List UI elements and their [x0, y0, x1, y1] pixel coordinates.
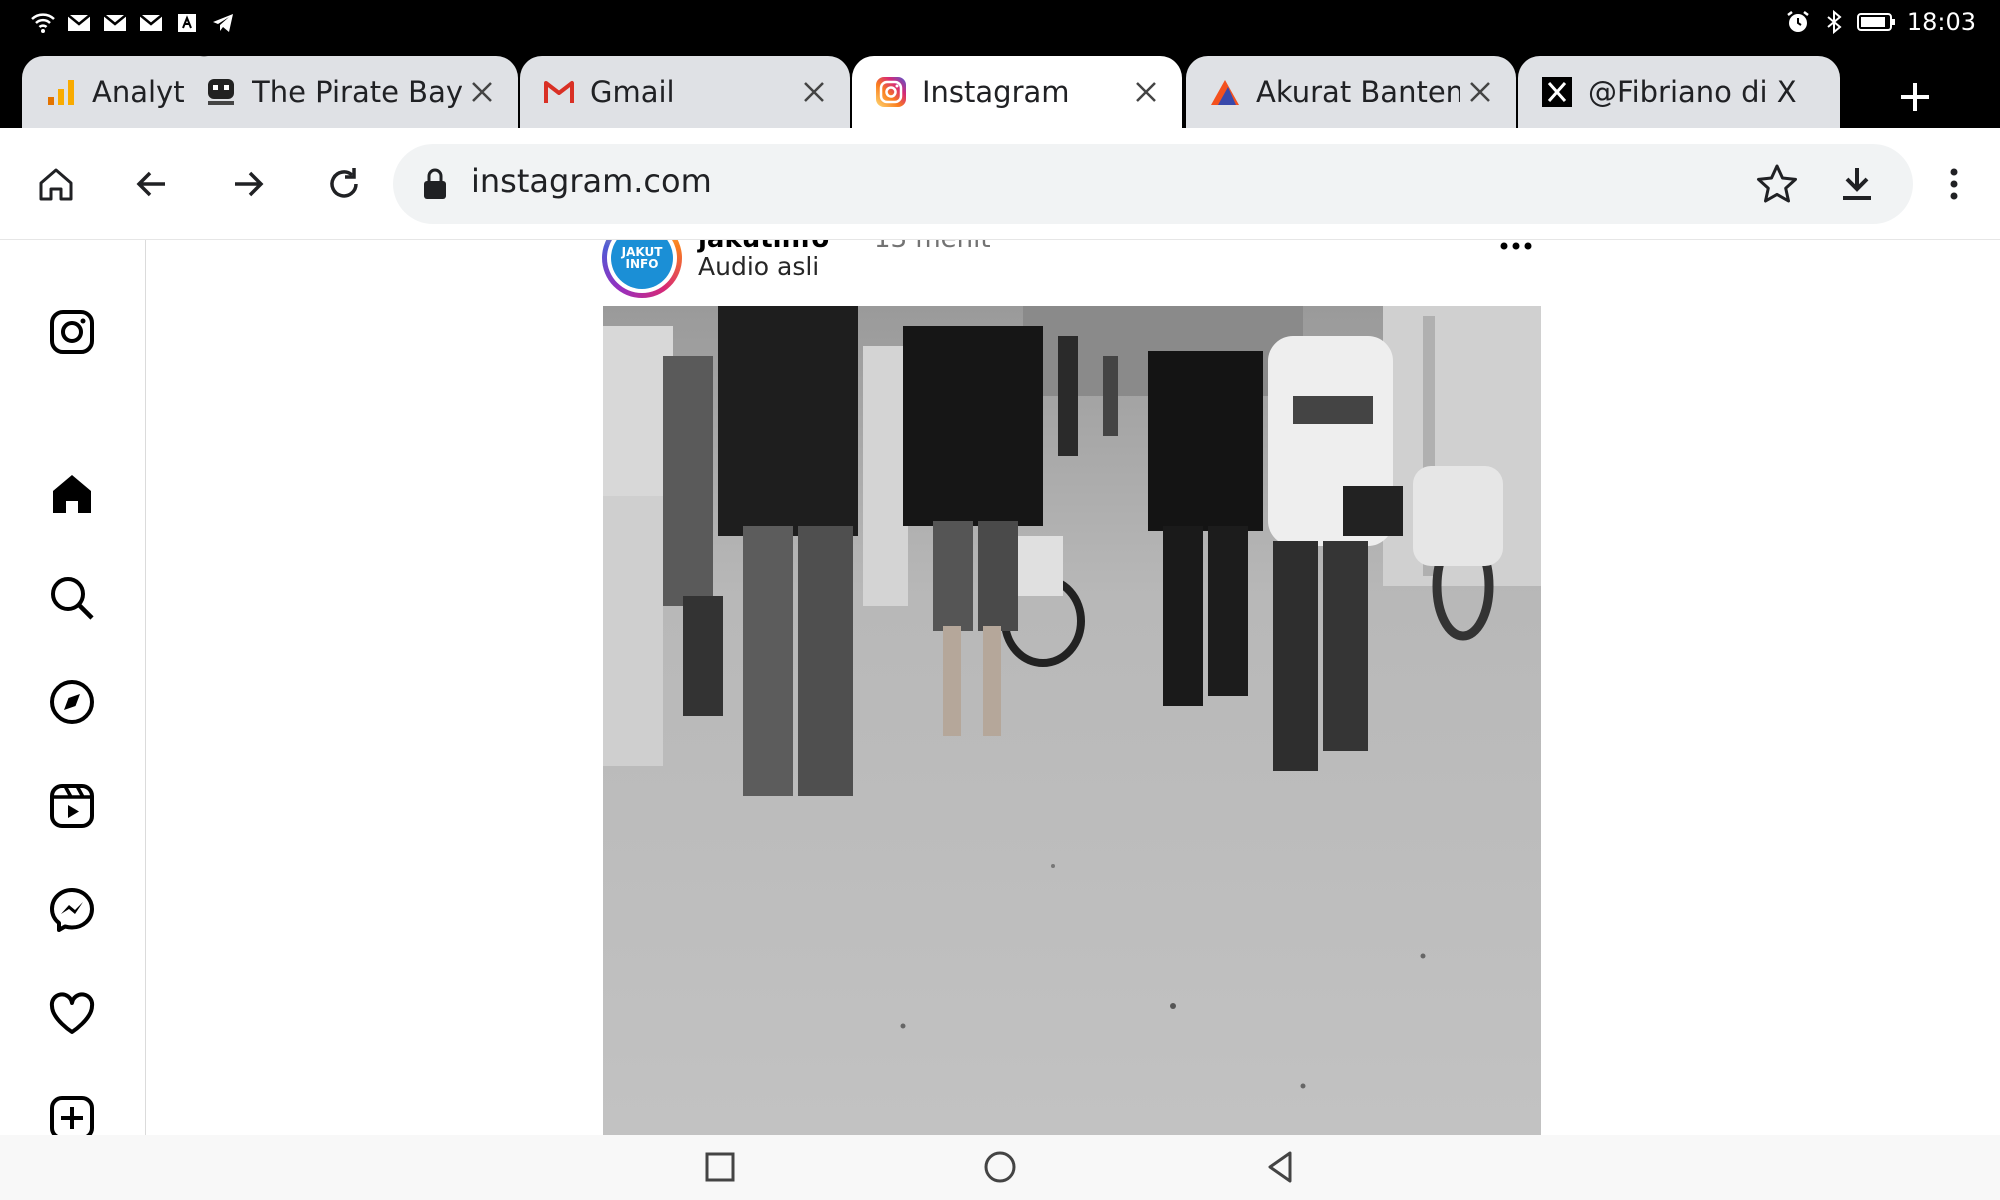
reload-button[interactable]: [318, 158, 370, 210]
avatar[interactable]: JAKUT INFO: [602, 240, 682, 298]
tab-title: Gmail: [590, 75, 675, 109]
heart-icon: [47, 989, 97, 1039]
forward-button[interactable]: [222, 158, 274, 210]
battery-icon: [1856, 9, 1897, 35]
compass-icon: [47, 677, 97, 727]
lock-icon[interactable]: [419, 166, 451, 202]
status-bar: 18:03: [0, 0, 2000, 48]
tab-title: Instagram: [922, 75, 1070, 109]
post-video[interactable]: [603, 306, 1541, 1135]
mail-notification-icon: [138, 10, 164, 36]
tab-strip: Analytic The Pirate Bay - Gmail Instagra…: [0, 48, 2000, 128]
arrow-right-icon: [227, 163, 269, 205]
bookmark-star-icon[interactable]: [1753, 160, 1801, 208]
browser-toolbar: instagram.com: [0, 128, 2000, 240]
tab-pirate-bay[interactable]: The Pirate Bay -: [186, 56, 518, 128]
arrow-left-icon: [131, 163, 173, 205]
new-tab-button[interactable]: [1890, 72, 1940, 122]
post-audio-label[interactable]: Audio asli: [698, 252, 819, 281]
video-frame: [603, 306, 1541, 1135]
avatar-logo: JAKUT INFO: [611, 240, 673, 289]
address-bar[interactable]: instagram.com: [393, 144, 1913, 224]
close-icon[interactable]: [1460, 72, 1500, 112]
home-filled-icon: [47, 469, 97, 519]
post-time: 13 menit: [874, 240, 991, 254]
home-circle-button[interactable]: [980, 1147, 1020, 1187]
more-vertical-icon: [1933, 163, 1975, 205]
reels-icon: [47, 781, 97, 831]
nav-messages[interactable]: [44, 882, 100, 938]
nav-search[interactable]: [44, 570, 100, 626]
akurat-icon: [1208, 75, 1242, 109]
status-time: 18:03: [1906, 8, 1976, 36]
tab-x-fibriano[interactable]: @Fibriano di X: [1518, 56, 1840, 128]
back-triangle-button[interactable]: [1260, 1147, 1300, 1187]
bluetooth-icon: [1821, 9, 1847, 35]
system-navigation-bar: [0, 1135, 2000, 1200]
app-notification-icon: [174, 10, 200, 36]
instagram-icon: [874, 75, 908, 109]
tab-title: @Fibriano di X: [1588, 75, 1797, 109]
tab-gmail[interactable]: Gmail: [520, 56, 850, 128]
home-icon: [35, 163, 77, 205]
url-text[interactable]: instagram.com: [471, 162, 712, 200]
mail-notification-icon: [102, 10, 128, 36]
recent-apps-button[interactable]: [700, 1147, 740, 1187]
instagram-sidebar: [0, 240, 146, 1140]
pirate-bay-icon: [204, 75, 238, 109]
browser-menu-button[interactable]: [1928, 158, 1980, 210]
wifi-icon: [30, 10, 56, 36]
more-options-icon[interactable]: [1496, 240, 1536, 264]
telegram-icon: [210, 10, 236, 36]
x-icon: [1540, 75, 1574, 109]
download-icon[interactable]: [1833, 160, 1881, 208]
tab-akurat-banten[interactable]: Akurat Banten S: [1186, 56, 1516, 128]
post-header: JAKUT INFO jakutinfo 13 menit Audio asli: [600, 240, 1540, 300]
close-icon[interactable]: [462, 72, 502, 112]
messenger-icon: [47, 885, 97, 935]
close-icon[interactable]: [794, 72, 834, 112]
tab-title: Akurat Banten S: [1256, 75, 1460, 109]
back-button[interactable]: [126, 158, 178, 210]
search-icon: [47, 573, 97, 623]
nav-reels[interactable]: [44, 778, 100, 834]
analytics-icon: [44, 75, 78, 109]
home-button[interactable]: [30, 158, 82, 210]
tab-title: The Pirate Bay -: [252, 75, 462, 109]
instagram-logo-icon: [47, 307, 97, 357]
reload-icon: [323, 163, 365, 205]
nav-home[interactable]: [44, 466, 100, 522]
instagram-logo-button[interactable]: [44, 304, 100, 360]
mail-notification-icon: [66, 10, 92, 36]
nav-notifications[interactable]: [44, 986, 100, 1042]
nav-explore[interactable]: [44, 674, 100, 730]
close-icon[interactable]: [1126, 72, 1166, 112]
tab-instagram[interactable]: Instagram: [852, 56, 1182, 128]
alarm-icon: [1785, 9, 1811, 35]
plus-icon: [1897, 79, 1933, 115]
gmail-icon: [542, 75, 576, 109]
